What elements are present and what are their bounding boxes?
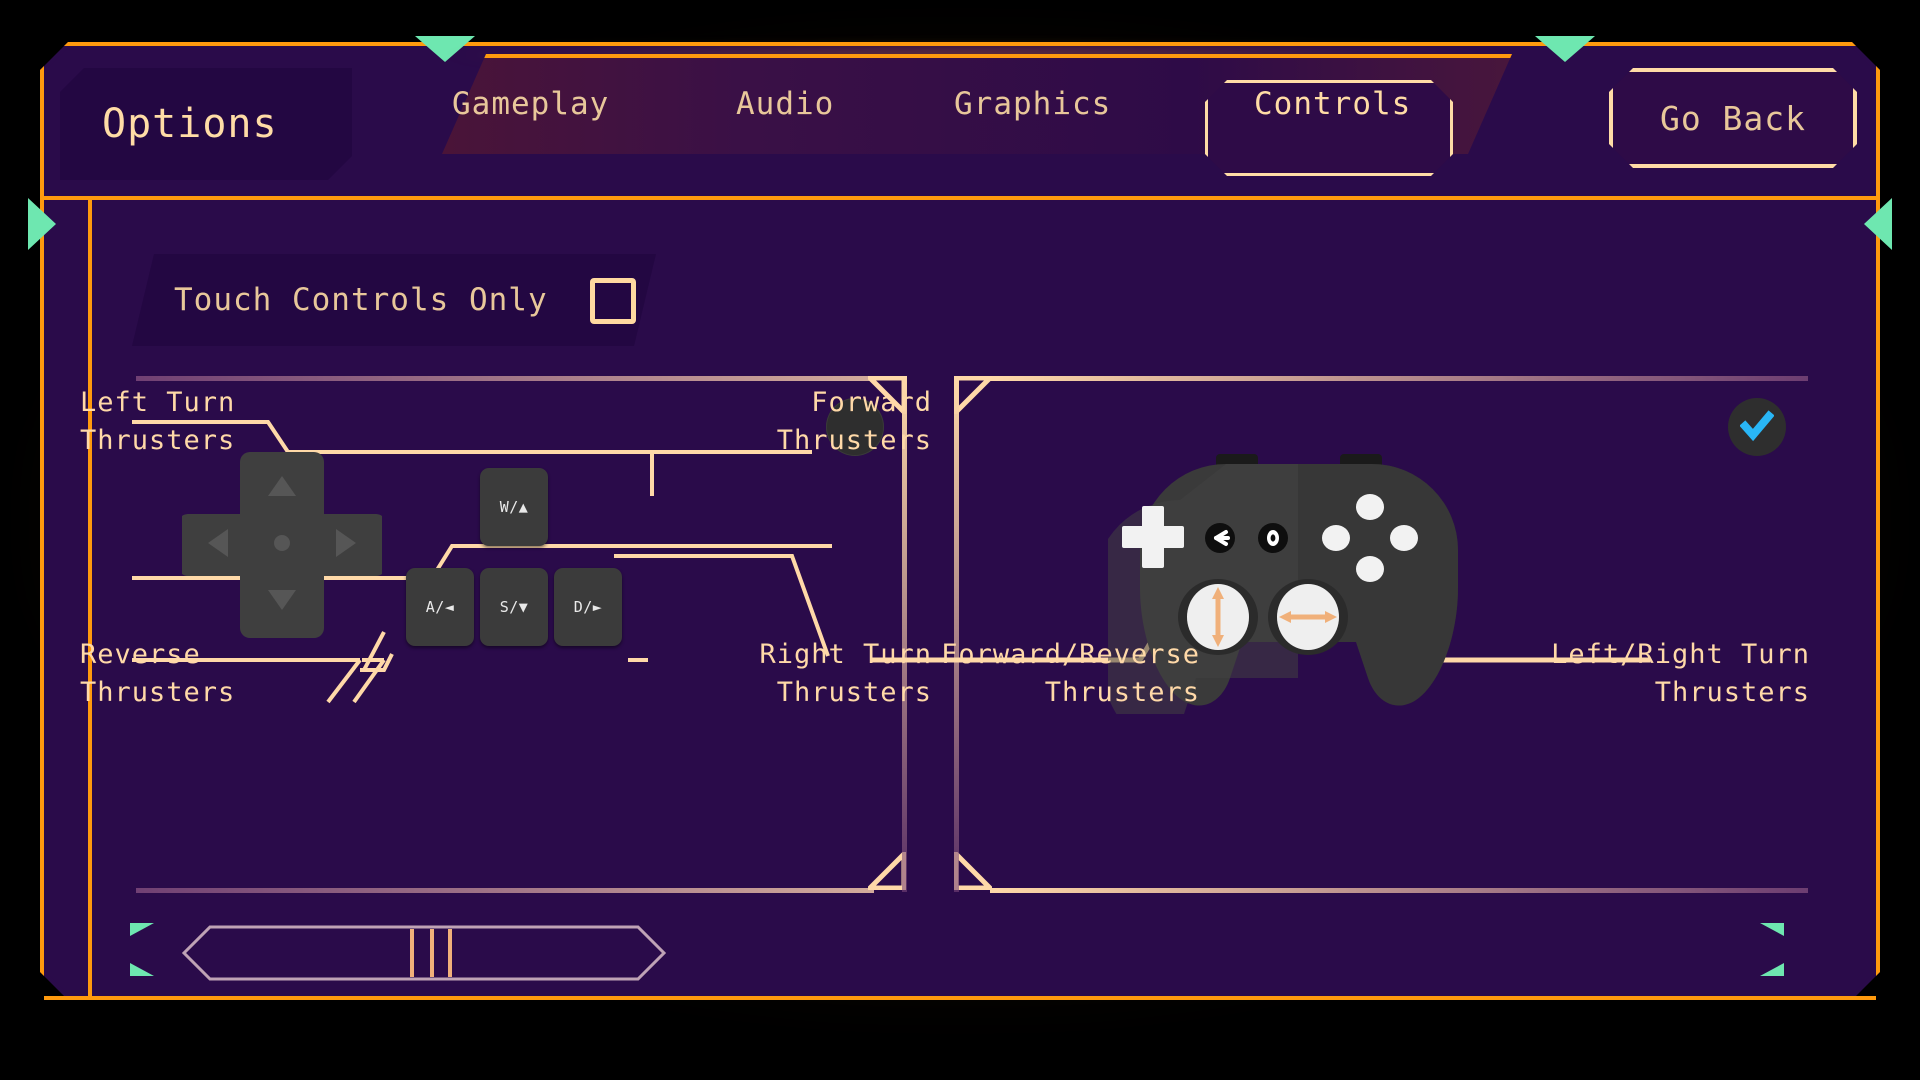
label-forward-thrusters: Forward Thrusters [662, 384, 932, 460]
label-reverse-line2: Thrusters [80, 677, 236, 708]
scheme-panel-gamepad[interactable]: Forward/Reverse Thrusters Left/Right Tur… [870, 370, 1810, 900]
touch-controls-checkbox[interactable] [590, 278, 636, 324]
key-a-label: A/◄ [425, 598, 455, 616]
key-d-label: D/► [573, 598, 603, 616]
key-a[interactable]: A/◄ [406, 568, 474, 646]
label-leftright-turn-thrusters: Left/Right Turn Thrusters [1430, 636, 1810, 712]
label-fwdrev-line1: Forward/Reverse [941, 639, 1200, 670]
key-d[interactable]: D/► [554, 568, 622, 646]
options-screen: Options Gameplay Audio Graphics Controls… [0, 0, 1920, 1080]
scheme-panel-keyboard[interactable]: Left Turn Thrusters Forward Thrusters Re… [80, 370, 931, 900]
tab-audio[interactable]: Audio [714, 72, 856, 136]
marker-triangle-left [28, 198, 56, 250]
go-back-button[interactable]: Go Back [1609, 68, 1857, 168]
key-s-label: S/▼ [499, 598, 529, 616]
label-reverse-thrusters: Reverse Thrusters [80, 636, 235, 712]
tab-gameplay[interactable]: Gameplay [430, 72, 631, 136]
label-forward-line1: Forward [811, 387, 932, 418]
key-w-label: W/▲ [499, 498, 529, 516]
gamepad-home-icon [1258, 523, 1288, 553]
footer-chevron-right-top[interactable] [1760, 923, 1784, 936]
label-leftright-line2: Thrusters [1654, 677, 1810, 708]
tab-graphics[interactable]: Graphics [932, 72, 1133, 136]
label-leftright-line1: Left/Right Turn [1551, 639, 1810, 670]
key-w[interactable]: W/▲ [480, 468, 548, 546]
page-title: Options [102, 101, 278, 147]
touch-controls-row[interactable]: Touch Controls Only [132, 254, 656, 346]
tab-list: Gameplay Audio Graphics Controls [442, 54, 1512, 154]
touch-controls-label: Touch Controls Only [174, 282, 548, 318]
title-plate: Options [60, 68, 352, 180]
gamepad-right-stick [1268, 579, 1348, 655]
label-left-turn-line1: Left Turn [80, 387, 236, 418]
gamepad-back-icon [1205, 523, 1235, 553]
key-s[interactable]: S/▼ [480, 568, 548, 646]
dpad-graphic [178, 448, 386, 642]
footer-chevron-bottom[interactable] [130, 963, 154, 976]
label-fwdrev-line2: Thrusters [1044, 677, 1200, 708]
label-forward-line2: Thrusters [776, 425, 932, 456]
footer-slider[interactable] [181, 925, 667, 981]
footer-chevron-top[interactable] [130, 923, 154, 936]
footer-chevron-right-bottom[interactable] [1760, 963, 1784, 976]
header-divider [44, 196, 1876, 200]
go-back-label: Go Back [1659, 98, 1807, 138]
label-forward-reverse-thrusters: Forward/Reverse Thrusters [780, 636, 1200, 712]
marker-triangle-right [1864, 198, 1892, 250]
footer-divider [44, 996, 1876, 1000]
tab-controls[interactable]: Controls [1232, 72, 1433, 136]
